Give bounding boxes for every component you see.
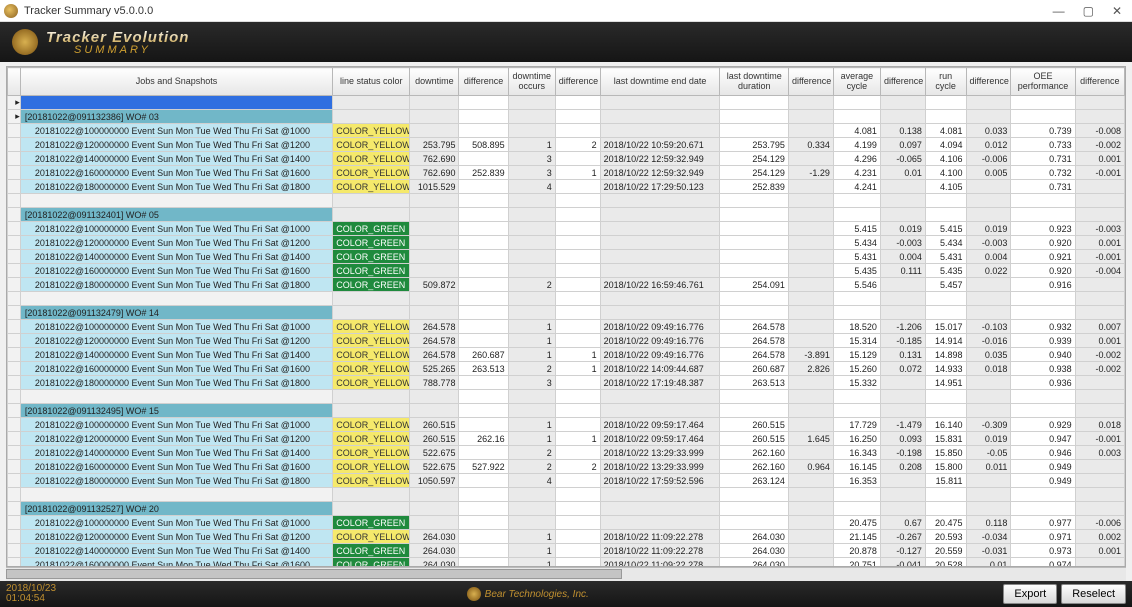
status-cell: COLOR_YELLOW bbox=[333, 166, 410, 180]
status-cell: COLOR_YELLOW bbox=[333, 124, 410, 138]
status-cell: COLOR_GREEN bbox=[333, 222, 410, 236]
footer-timestamp: 2018/10/23 01:04:54 bbox=[6, 584, 56, 605]
status-cell: COLOR_YELLOW bbox=[333, 362, 410, 376]
status-cell: COLOR_YELLOW bbox=[333, 320, 410, 334]
horizontal-scrollbar[interactable] bbox=[6, 567, 1126, 581]
maximize-icon[interactable]: ▢ bbox=[1083, 4, 1094, 18]
status-cell: COLOR_YELLOW bbox=[333, 474, 410, 488]
column-header[interactable]: run cycle bbox=[925, 68, 966, 96]
table-row[interactable]: 20181022@100000000 Event Sun Mon Tue Wed… bbox=[8, 418, 1125, 432]
table-row[interactable]: 20181022@180000000 Event Sun Mon Tue Wed… bbox=[8, 180, 1125, 194]
status-cell: COLOR_YELLOW bbox=[333, 460, 410, 474]
group-row[interactable]: [20181022@091132401] WO# 05 bbox=[8, 208, 1125, 222]
status-cell: COLOR_YELLOW bbox=[333, 348, 410, 362]
column-header[interactable]: downtime occurs bbox=[508, 68, 555, 96]
table-row[interactable]: 20181022@140000000 Event Sun Mon Tue Wed… bbox=[8, 152, 1125, 166]
column-header[interactable]: difference bbox=[555, 68, 600, 96]
status-cell: COLOR_GREEN bbox=[333, 558, 410, 568]
group-row[interactable]: [20181022@091132479] WO# 14 bbox=[8, 306, 1125, 320]
table-row[interactable]: 20181022@140000000 Event Sun Mon Tue Wed… bbox=[8, 544, 1125, 558]
column-header[interactable]: OEE performance bbox=[1011, 68, 1075, 96]
minimize-icon[interactable]: — bbox=[1053, 4, 1065, 18]
brand-header: Tracker Evolution SUMMARY bbox=[0, 22, 1132, 62]
app-icon bbox=[4, 4, 18, 18]
table-row[interactable]: 20181022@140000000 Event Sun Mon Tue Wed… bbox=[8, 446, 1125, 460]
status-cell: COLOR_YELLOW bbox=[333, 180, 410, 194]
table-row[interactable]: 20181022@160000000 Event Sun Mon Tue Wed… bbox=[8, 362, 1125, 376]
separator-row bbox=[8, 488, 1125, 502]
data-grid[interactable]: Jobs and Snapshotsline status colordownt… bbox=[6, 66, 1126, 567]
column-header[interactable]: average cycle bbox=[833, 68, 880, 96]
column-header[interactable]: difference bbox=[880, 68, 925, 96]
titlebar: Tracker Summary v5.0.0.0 — ▢ ✕ bbox=[0, 0, 1132, 22]
status-cell: COLOR_GREEN bbox=[333, 250, 410, 264]
footer: 2018/10/23 01:04:54 Bear Technologies, I… bbox=[0, 581, 1132, 607]
table-row[interactable]: 20181022@160000000 Event Sun Mon Tue Wed… bbox=[8, 558, 1125, 568]
column-header[interactable]: difference bbox=[459, 68, 508, 96]
table-row[interactable]: 20181022@160000000 Event Sun Mon Tue Wed… bbox=[8, 166, 1125, 180]
separator-row bbox=[8, 292, 1125, 306]
separator-row bbox=[8, 390, 1125, 404]
reselect-button[interactable]: Reselect bbox=[1061, 584, 1126, 604]
status-cell: COLOR_YELLOW bbox=[333, 432, 410, 446]
group-row[interactable]: [20181022@091132527] WO# 20 bbox=[8, 502, 1125, 516]
company-name: Bear Technologies, Inc. bbox=[485, 589, 589, 600]
column-header[interactable]: difference bbox=[1075, 68, 1124, 96]
table-row[interactable]: 20181022@160000000 Event Sun Mon Tue Wed… bbox=[8, 264, 1125, 278]
paw-footer-icon bbox=[467, 587, 481, 601]
separator-row bbox=[8, 194, 1125, 208]
column-header[interactable]: last downtime end date bbox=[600, 68, 720, 96]
status-cell: COLOR_YELLOW bbox=[333, 418, 410, 432]
group-row[interactable]: ▸[20181022@091132386] WO# 03 bbox=[8, 110, 1125, 124]
column-header[interactable]: last downtime duration bbox=[720, 68, 788, 96]
paw-logo-icon bbox=[12, 29, 38, 55]
table-row[interactable]: 20181022@120000000 Event Sun Mon Tue Wed… bbox=[8, 236, 1125, 250]
brand-title: Tracker Evolution bbox=[46, 29, 189, 46]
status-cell: COLOR_YELLOW bbox=[333, 376, 410, 390]
column-header[interactable]: downtime bbox=[410, 68, 459, 96]
table-row[interactable]: 20181022@100000000 Event Sun Mon Tue Wed… bbox=[8, 516, 1125, 530]
status-cell: COLOR_YELLOW bbox=[333, 530, 410, 544]
table-row[interactable]: 20181022@100000000 Event Sun Mon Tue Wed… bbox=[8, 222, 1125, 236]
table-row[interactable]: 20181022@180000000 Event Sun Mon Tue Wed… bbox=[8, 278, 1125, 292]
status-cell: COLOR_GREEN bbox=[333, 544, 410, 558]
selected-row[interactable]: ▸ bbox=[8, 96, 1125, 110]
status-cell: COLOR_GREEN bbox=[333, 516, 410, 530]
column-header[interactable]: Jobs and Snapshots bbox=[20, 68, 332, 96]
table-row[interactable]: 20181022@160000000 Event Sun Mon Tue Wed… bbox=[8, 460, 1125, 474]
group-row[interactable]: [20181022@091132495] WO# 15 bbox=[8, 404, 1125, 418]
window-title: Tracker Summary v5.0.0.0 bbox=[24, 5, 153, 17]
table-row[interactable]: 20181022@180000000 Event Sun Mon Tue Wed… bbox=[8, 474, 1125, 488]
table-row[interactable]: 20181022@180000000 Event Sun Mon Tue Wed… bbox=[8, 376, 1125, 390]
table-row[interactable]: 20181022@120000000 Event Sun Mon Tue Wed… bbox=[8, 334, 1125, 348]
status-cell: COLOR_GREEN bbox=[333, 278, 410, 292]
table-row[interactable]: 20181022@100000000 Event Sun Mon Tue Wed… bbox=[8, 124, 1125, 138]
export-button[interactable]: Export bbox=[1003, 584, 1057, 604]
status-cell: COLOR_YELLOW bbox=[333, 138, 410, 152]
column-header[interactable]: line status color bbox=[333, 68, 410, 96]
table-row[interactable]: 20181022@100000000 Event Sun Mon Tue Wed… bbox=[8, 320, 1125, 334]
status-cell: COLOR_YELLOW bbox=[333, 334, 410, 348]
status-cell: COLOR_GREEN bbox=[333, 264, 410, 278]
column-header[interactable]: difference bbox=[966, 68, 1011, 96]
table-row[interactable]: 20181022@140000000 Event Sun Mon Tue Wed… bbox=[8, 348, 1125, 362]
status-cell: COLOR_YELLOW bbox=[333, 152, 410, 166]
table-row[interactable]: 20181022@120000000 Event Sun Mon Tue Wed… bbox=[8, 138, 1125, 152]
table-row[interactable]: 20181022@120000000 Event Sun Mon Tue Wed… bbox=[8, 432, 1125, 446]
table-row[interactable]: 20181022@140000000 Event Sun Mon Tue Wed… bbox=[8, 250, 1125, 264]
table-row[interactable]: 20181022@120000000 Event Sun Mon Tue Wed… bbox=[8, 530, 1125, 544]
status-cell: COLOR_GREEN bbox=[333, 236, 410, 250]
close-icon[interactable]: ✕ bbox=[1112, 4, 1122, 18]
column-header[interactable]: difference bbox=[788, 68, 833, 96]
status-cell: COLOR_YELLOW bbox=[333, 446, 410, 460]
